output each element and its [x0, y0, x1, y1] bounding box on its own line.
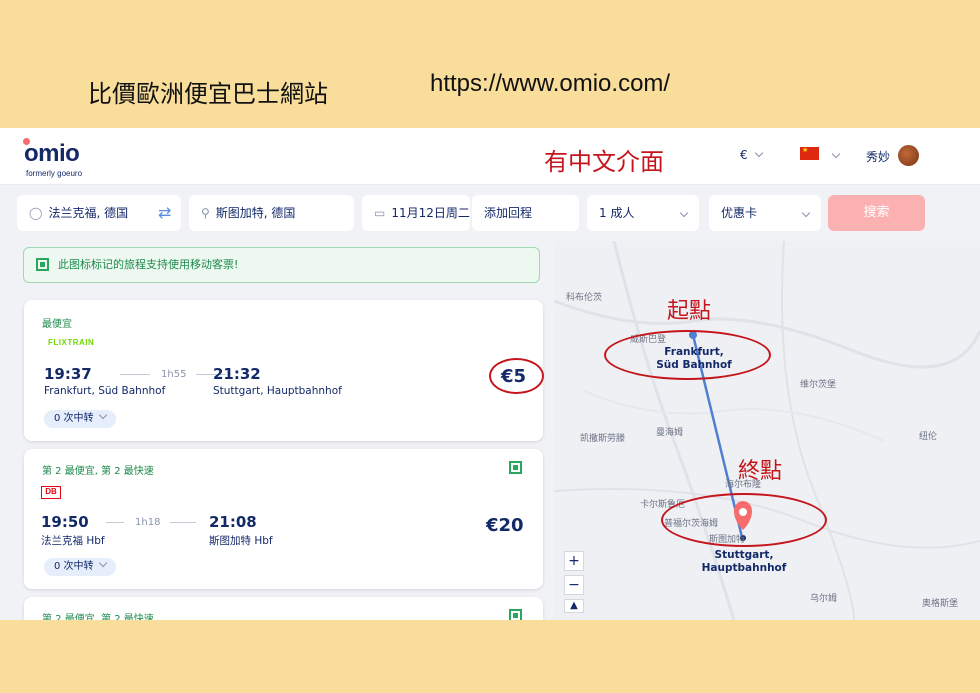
- divider: [120, 374, 150, 375]
- result-card[interactable]: 第 2 最便宜, 第 2 最快速 DB 19:50 1h18 21:08 法兰克…: [24, 449, 543, 589]
- date-value: 11月12日周二: [391, 206, 470, 220]
- omio-logo[interactable]: omio: [24, 140, 80, 168]
- zoom-in-button[interactable]: +: [564, 551, 584, 571]
- arrive-station: 斯图加特 Hbf: [209, 535, 273, 547]
- omio-screenshot: omio formerly goeuro 有中文介面 € 秀妙 ◯ 法兰克福, 德…: [0, 128, 980, 620]
- price-highlight-ring: [489, 358, 544, 394]
- map-label: 乌尔姆: [810, 594, 838, 604]
- arrive-time: 21:08: [209, 513, 257, 531]
- arrive-station: Stuttgart, Hauptbahnhof: [213, 385, 342, 397]
- annotation-end: 終點: [738, 459, 783, 484]
- arrive-time: 21:32: [213, 365, 261, 383]
- passengers-select[interactable]: 1 成人: [587, 195, 699, 231]
- chevron-down-icon: [801, 208, 811, 218]
- return-value: 添加回程: [484, 206, 533, 220]
- user-name[interactable]: 秀妙: [866, 148, 890, 165]
- chevron-down-icon: [754, 148, 763, 158]
- depart-station: Frankfurt, Süd Bahnhof: [44, 385, 166, 397]
- to-field[interactable]: ⚲ 斯图加特, 德国: [189, 195, 354, 231]
- map-label: 曼海姆: [656, 428, 684, 438]
- end-label-line2: Hauptbahnhof: [701, 562, 787, 574]
- search-button[interactable]: 搜索: [828, 195, 925, 231]
- stops-toggle[interactable]: 0 次中转: [44, 558, 116, 576]
- duration: 1h18: [135, 517, 161, 528]
- qr-code-icon: [509, 461, 522, 474]
- map-label: 科布伦茨: [566, 293, 603, 303]
- china-flag-icon[interactable]: [800, 146, 819, 160]
- divider: [106, 522, 124, 523]
- end-highlight-ellipse: [661, 493, 827, 547]
- end-label-line1: Stuttgart,: [714, 549, 774, 561]
- qr-code-icon: [509, 609, 522, 620]
- calendar-icon: ▭: [374, 206, 386, 220]
- discount-value: 优惠卡: [721, 206, 758, 220]
- chevron-down-icon: [831, 149, 841, 159]
- location-pin-icon: ⚲: [201, 206, 210, 220]
- from-field[interactable]: ◯ 法兰克福, 德国: [17, 195, 181, 231]
- stops-label: 0 次中转: [54, 561, 94, 572]
- depart-time: 19:50: [41, 513, 89, 531]
- discount-card-select[interactable]: 优惠卡: [709, 195, 821, 231]
- slide-url: https://www.omio.com/: [430, 70, 671, 97]
- route-map[interactable]: 科布伦茨 威斯巴登 维尔茨堡 凯撒斯劳滕 曼海姆 海尔布隆 卡尔斯鲁厄 普福尔茨…: [554, 241, 980, 620]
- top-header: omio formerly goeuro 有中文介面 € 秀妙: [0, 128, 980, 185]
- result-tag: 最便宜: [42, 319, 72, 330]
- compass-icon[interactable]: ▲: [564, 599, 584, 613]
- depart-time: 19:37: [44, 365, 92, 383]
- annotation-chinese-interface: 有中文介面: [544, 148, 664, 176]
- flixtrain-logo: FLIXTRAIN: [48, 338, 95, 347]
- map-label: 纽伦: [919, 432, 938, 442]
- db-logo: DB: [41, 486, 61, 499]
- avatar[interactable]: [898, 145, 919, 166]
- date-field[interactable]: ▭ 11月12日周二: [362, 195, 470, 231]
- search-bar: ◯ 法兰克福, 德国 ⇄ ⚲ 斯图加特, 德国 ▭ 11月12日周二 添加回程 1 成…: [0, 185, 980, 241]
- map-label: 奥格斯堡: [922, 599, 959, 609]
- result-tag: 第 2 最便宜, 第 2 最快速: [42, 614, 154, 620]
- circle-icon: ◯: [29, 206, 43, 220]
- start-highlight-ellipse: [604, 330, 771, 380]
- chevron-down-icon: [679, 208, 689, 218]
- map-label: 凯撒斯劳滕: [580, 434, 626, 444]
- results-panel: 此图标标记的旅程支持使用移动客票! 最便宜 FLIXTRAIN 19:37 1h…: [0, 241, 554, 620]
- depart-station: 法兰克福 Hbf: [41, 535, 105, 547]
- price: €20: [486, 515, 524, 536]
- passengers-value: 1 成人: [599, 206, 635, 220]
- result-card[interactable]: 最便宜 FLIXTRAIN 19:37 1h55 21:32 Frankfurt…: [24, 300, 544, 441]
- notice-text: 此图标标记的旅程支持使用移动客票!: [58, 258, 239, 271]
- annotation-start: 起點: [667, 299, 712, 324]
- qr-code-icon: [36, 258, 49, 271]
- duration: 1h55: [161, 369, 187, 380]
- result-tag: 第 2 最便宜, 第 2 最快速: [42, 466, 154, 477]
- zoom-out-button[interactable]: −: [564, 575, 584, 595]
- chevron-down-icon: [98, 558, 107, 568]
- currency-selector[interactable]: €: [740, 148, 763, 162]
- map-label: 维尔茨堡: [800, 380, 837, 390]
- result-card[interactable]: 第 2 最便宜, 第 2 最快速: [24, 597, 543, 620]
- end-station-label: Stuttgart, Hauptbahnhof: [694, 549, 794, 575]
- from-value: 法兰克福, 德国: [48, 206, 129, 220]
- return-field[interactable]: 添加回程: [472, 195, 579, 231]
- divider: [170, 522, 196, 523]
- stops-label: 0 次中转: [54, 413, 94, 424]
- logo-subtitle: formerly goeuro: [26, 169, 83, 178]
- to-value: 斯图加特, 德国: [215, 206, 296, 220]
- currency-label: €: [740, 148, 748, 162]
- slide-title: 比價歐洲便宜巴士網站: [88, 80, 328, 108]
- mobile-ticket-notice: 此图标标记的旅程支持使用移动客票!: [23, 247, 540, 283]
- chevron-down-icon: [98, 410, 107, 420]
- swap-icon[interactable]: ⇄: [158, 203, 171, 222]
- stops-toggle[interactable]: 0 次中转: [44, 410, 116, 428]
